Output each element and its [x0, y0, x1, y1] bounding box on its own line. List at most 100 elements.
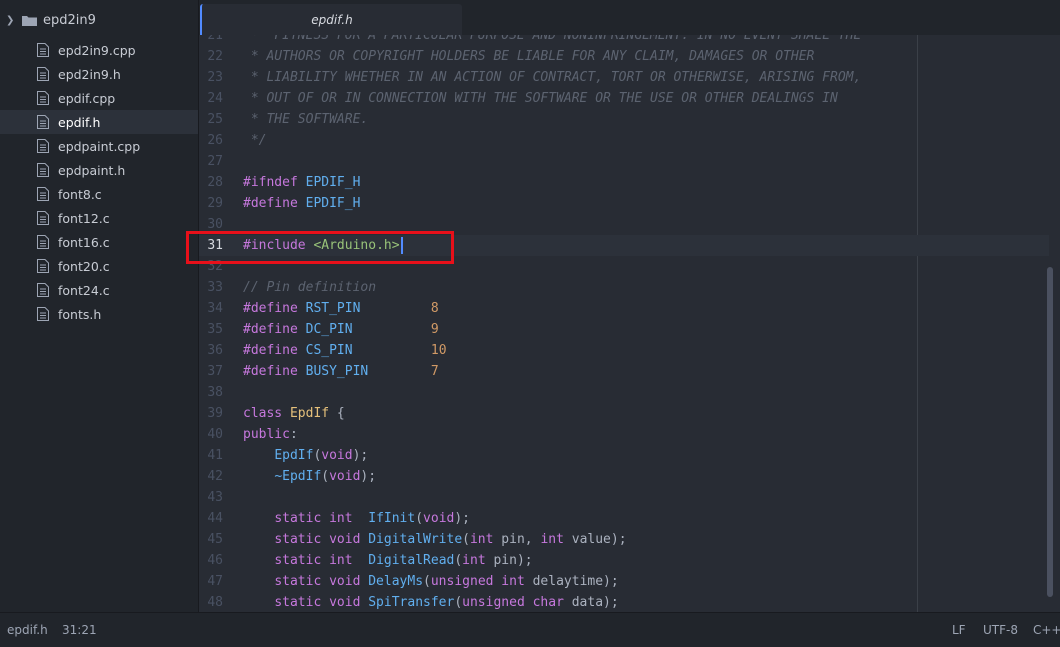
line-number: 44: [207, 511, 223, 526]
file-text-icon: [37, 235, 49, 249]
file-item[interactable]: epdif.h: [0, 110, 198, 134]
file-item[interactable]: epd2in9.cpp: [0, 38, 198, 62]
code-line[interactable]: 39 class EpdIf {: [199, 403, 1049, 424]
code-token: );: [360, 469, 377, 484]
code-token: (: [423, 574, 431, 589]
code-line[interactable]: 26 */: [199, 130, 1049, 151]
file-text-icon: [37, 259, 49, 273]
code-line[interactable]: 41 EpdIf(void);: [199, 445, 1049, 466]
line-number: 41: [207, 448, 223, 463]
code-token: 9: [430, 322, 439, 337]
file-text-icon: [37, 67, 49, 81]
code-line[interactable]: 45 static void DigitalWrite(int pin, int…: [199, 529, 1049, 550]
code-line[interactable]: 24 * OUT OF OR IN CONNECTION WITH THE SO…: [199, 88, 1049, 109]
status-encoding[interactable]: UTF-8: [983, 623, 1018, 637]
code-text: */: [243, 130, 267, 151]
code-line[interactable]: 36 #define CS_PIN 10: [199, 340, 1049, 361]
code-line[interactable]: 43: [199, 487, 1049, 508]
chevron-down-icon[interactable]: ❯: [6, 15, 18, 26]
code-token: RST_PIN: [305, 301, 361, 316]
annotation-highlight-box: [186, 231, 454, 264]
code-token: * OUT OF OR IN CONNECTION WITH THE SOFTW…: [243, 91, 838, 106]
line-number: 28: [207, 175, 223, 190]
line-number: 21: [207, 35, 223, 43]
file-item[interactable]: font24.c: [0, 278, 198, 302]
line-number: 40: [207, 427, 223, 442]
code-line[interactable]: 37 #define BUSY_PIN 7: [199, 361, 1049, 382]
status-grammar[interactable]: C++: [1033, 623, 1060, 637]
line-number: 47: [207, 574, 223, 589]
code-text: EpdIf(void);: [243, 445, 368, 466]
code-line[interactable]: 40 public:: [199, 424, 1049, 445]
tab-epdif-h[interactable]: epdif.h: [200, 4, 462, 35]
code-line[interactable]: 48 static void SpiTransfer(unsigned char…: [199, 592, 1049, 612]
file-item[interactable]: epdif.cpp: [0, 86, 198, 110]
code-token: {: [329, 406, 345, 421]
code-token: #define: [243, 196, 306, 211]
file-item-label: epdpaint.cpp: [58, 138, 141, 154]
file-item[interactable]: font20.c: [0, 254, 198, 278]
project-root-folder[interactable]: ❯ epd2in9: [0, 8, 198, 32]
file-item[interactable]: epd2in9.h: [0, 62, 198, 86]
code-token: 8: [430, 301, 439, 316]
status-cursor-position[interactable]: 31:21: [62, 623, 97, 637]
code-token: SpiTransfer: [368, 595, 455, 610]
code-text: #define EPDIF_H: [243, 193, 360, 214]
file-item[interactable]: epdpaint.h: [0, 158, 198, 182]
code-line[interactable]: 23 * LIABILITY WHETHER IN AN ACTION OF C…: [199, 67, 1049, 88]
code-line[interactable]: 29 #define EPDIF_H: [199, 193, 1049, 214]
code-editor[interactable]: 21 * FITNESS FOR A PARTICULAR PURPOSE AN…: [199, 35, 1060, 612]
code-token: pin,: [493, 532, 541, 547]
code-line[interactable]: 44 static int IfInit(void);: [199, 508, 1049, 529]
code-text: * THE SOFTWARE.: [243, 109, 368, 130]
code-token: data);: [563, 595, 619, 610]
code-line[interactable]: 38: [199, 382, 1049, 403]
code-text: * AUTHORS OR COPYRIGHT HOLDERS BE LIABLE…: [243, 46, 815, 67]
code-token: void: [321, 448, 353, 463]
code-text: #define DC_PIN 9: [243, 319, 439, 340]
file-item[interactable]: fonts.h: [0, 302, 198, 326]
line-number: 37: [207, 364, 223, 379]
file-item[interactable]: font8.c: [0, 182, 198, 206]
code-token: EPDIF_H: [305, 196, 361, 211]
code-token: static int: [274, 553, 353, 568]
line-number: 26: [207, 133, 223, 148]
tab-bar: epdif.h: [199, 0, 1060, 35]
code-line[interactable]: 25 * THE SOFTWARE.: [199, 109, 1049, 130]
code-token: static void: [274, 574, 369, 589]
status-line-ending[interactable]: LF: [952, 623, 966, 637]
code-token: BUSY_PIN: [305, 364, 369, 379]
code-text: * FITNESS FOR A PARTICULAR PURPOSE AND N…: [243, 35, 862, 46]
status-file-name[interactable]: epdif.h: [7, 623, 48, 637]
code-line[interactable]: 34 #define RST_PIN 8: [199, 298, 1049, 319]
file-text-icon: [37, 187, 49, 201]
code-line[interactable]: 46 static int DigitalRead(int pin);: [199, 550, 1049, 571]
code-token: IfInit: [368, 511, 416, 526]
vertical-scrollbar[interactable]: [1047, 267, 1053, 597]
code-text: ~EpdIf(void);: [243, 466, 376, 487]
code-line[interactable]: 28 #ifndef EPDIF_H: [199, 172, 1049, 193]
file-text-icon: [37, 283, 49, 297]
code-line[interactable]: 27: [199, 151, 1049, 172]
code-token: (: [454, 553, 463, 568]
file-item[interactable]: font12.c: [0, 206, 198, 230]
code-token: * FITNESS FOR A PARTICULAR PURPOSE AND N…: [243, 35, 862, 43]
code-token: int: [540, 532, 564, 547]
code-line[interactable]: 21 * FITNESS FOR A PARTICULAR PURPOSE AN…: [199, 35, 1049, 46]
file-item[interactable]: epdpaint.cpp: [0, 134, 198, 158]
code-line[interactable]: 42 ~EpdIf(void);: [199, 466, 1049, 487]
code-line[interactable]: 22 * AUTHORS OR COPYRIGHT HOLDERS BE LIA…: [199, 46, 1049, 67]
code-text: class EpdIf {: [243, 403, 345, 424]
file-item[interactable]: font16.c: [0, 230, 198, 254]
code-text: static void SpiTransfer(unsigned char da…: [243, 592, 619, 612]
code-line[interactable]: 35 #define DC_PIN 9: [199, 319, 1049, 340]
code-line[interactable]: 33 // Pin definition: [199, 277, 1049, 298]
code-token: */: [243, 133, 267, 148]
code-text: static int IfInit(void);: [243, 508, 470, 529]
code-line[interactable]: 47 static void DelayMs(unsigned int dela…: [199, 571, 1049, 592]
